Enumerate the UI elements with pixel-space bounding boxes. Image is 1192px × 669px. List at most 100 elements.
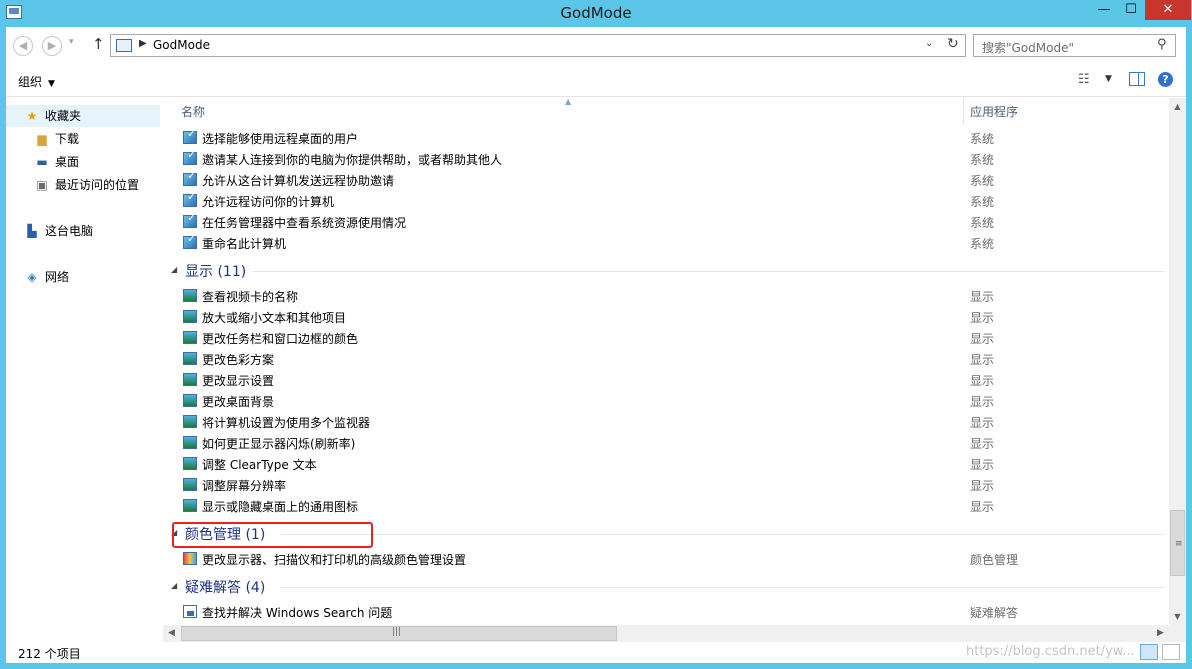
preview-pane-icon[interactable] bbox=[1129, 72, 1145, 86]
display-monitor-icon bbox=[183, 415, 197, 428]
up-button[interactable]: ↑ bbox=[92, 35, 105, 53]
list-item-highlighted[interactable]: 显示或隐藏桌面上的通用图标 显示 bbox=[181, 496, 1166, 516]
system-shield-icon bbox=[183, 169, 197, 186]
godmode-folder-icon bbox=[116, 39, 132, 52]
list-item[interactable]: 更改显示设置 显示 bbox=[181, 370, 1166, 390]
explorer-window: ◀ ▶ ▾ ↑ ▶ GodMode ⌄ ↻ 搜索"GodMode" ⚲ 组织 ▼ … bbox=[6, 27, 1186, 663]
list-item[interactable]: 将计算机设置为使用多个监视器 显示 bbox=[181, 412, 1166, 432]
large-icons-view-icon[interactable] bbox=[1162, 644, 1180, 660]
list-item[interactable]: 如何更正显示器闪烁(刷新率) 显示 bbox=[181, 433, 1166, 453]
maximize-button[interactable]: ☐ bbox=[1118, 0, 1144, 20]
close-button[interactable]: ✕ bbox=[1145, 0, 1191, 20]
back-arrow-icon: ◀ bbox=[18, 39, 28, 52]
group-header-display[interactable]: ◢ 显示 (11) bbox=[163, 260, 1165, 282]
display-monitor-icon bbox=[183, 436, 197, 449]
list-item[interactable]: 允许从这台计算机发送远程协助邀请系统 bbox=[181, 169, 1166, 190]
nav-recent[interactable]: ▣ 最近访问的位置 bbox=[34, 174, 139, 196]
view-options-dropdown[interactable]: ▼ bbox=[1105, 74, 1112, 84]
breadcrumb-godmode[interactable]: GodMode bbox=[153, 38, 210, 52]
network-icon: ◈ bbox=[27, 270, 37, 284]
horizontal-scrollbar[interactable]: ◀ ||| ▶ bbox=[163, 625, 1169, 642]
list-item[interactable]: 邀请某人连接到你的电脑为你提供帮助，或者帮助其他人系统 bbox=[181, 148, 1166, 169]
list-item[interactable]: 重命名此计算机系统 bbox=[181, 232, 1166, 253]
scrollbar-corner bbox=[1169, 625, 1186, 642]
downloads-folder-icon: ▆ bbox=[37, 132, 47, 146]
system-shield-icon bbox=[183, 148, 197, 165]
vertical-scroll-thumb[interactable]: ≡ bbox=[1170, 510, 1185, 576]
address-row: ◀ ▶ ▾ ↑ ▶ GodMode ⌄ ↻ 搜索"GodMode" ⚲ bbox=[6, 27, 1186, 65]
column-name[interactable]: 名称 bbox=[181, 103, 205, 120]
list-item[interactable]: 更改色彩方案 显示 bbox=[181, 349, 1166, 369]
column-header: ▲ 名称 应用程序 bbox=[163, 98, 1169, 124]
desktop-icon: ▬ bbox=[36, 155, 48, 169]
navigation-pane: ★ 收藏夹 ▆ 下载 ▬ 桌面 ▣ 最近访问的位置 ▙ 这台电脑 ◈ 网络 bbox=[6, 98, 162, 642]
system-shield-icon bbox=[183, 232, 197, 249]
display-monitor-icon bbox=[183, 310, 197, 323]
star-icon: ★ bbox=[26, 109, 38, 123]
nav-this-pc[interactable]: ▙ 这台电脑 bbox=[24, 220, 93, 242]
minimize-button[interactable]: — bbox=[1091, 0, 1117, 20]
search-placeholder: 搜索"GodMode" bbox=[982, 41, 1074, 55]
list-item[interactable]: 调整 ClearType 文本 显示 bbox=[181, 454, 1166, 474]
system-shield-icon bbox=[183, 211, 197, 228]
display-monitor-icon bbox=[183, 457, 197, 470]
list-item[interactable]: 更改桌面背景 显示 bbox=[181, 391, 1166, 411]
scroll-left-arrow-icon[interactable]: ◀ bbox=[163, 625, 180, 642]
caret-down-icon: ▼ bbox=[48, 79, 55, 89]
list-item[interactable]: 放大或缩小文本和其他项目 显示 bbox=[181, 307, 1166, 327]
breadcrumb-chevron-icon[interactable]: ▶ bbox=[139, 38, 147, 49]
item-list: ▲ 名称 应用程序 选择能够使用远程桌面的用户系统 邀请某人连接到你的电脑为你提… bbox=[163, 98, 1169, 626]
command-bar: 组织 ▼ ☷ ▼ ? bbox=[6, 65, 1186, 97]
nav-favorites-label: 收藏夹 bbox=[45, 109, 82, 123]
search-input[interactable]: 搜索"GodMode" ⚲ bbox=[973, 34, 1176, 57]
list-item[interactable]: 在任务管理器中查看系统资源使用情况系统 bbox=[181, 211, 1166, 232]
recent-locations-dropdown[interactable]: ▾ bbox=[69, 37, 74, 47]
address-bar[interactable]: ▶ GodMode ⌄ ↻ bbox=[110, 34, 966, 57]
list-item[interactable]: 查找并解决 Windows Search 问题 疑难解答 bbox=[181, 602, 1166, 622]
details-view-icon[interactable] bbox=[1140, 644, 1158, 660]
list-item[interactable]: 允许远程访问你的计算机系统 bbox=[181, 190, 1166, 211]
display-monitor-icon bbox=[183, 373, 197, 386]
nav-favorites[interactable]: ★ 收藏夹 bbox=[6, 105, 160, 127]
group-header-troubleshooting[interactable]: ◢ 疑难解答 (4) bbox=[163, 576, 1165, 598]
list-item[interactable]: 更改显示器、扫描仪和打印机的高级颜色管理设置 颜色管理 bbox=[181, 549, 1166, 569]
search-icon[interactable]: ⚲ bbox=[1157, 37, 1167, 52]
help-icon[interactable]: ? bbox=[1158, 72, 1173, 87]
nav-network-label: 网络 bbox=[45, 270, 70, 284]
vertical-scrollbar[interactable]: ▲ ≡ ▼ bbox=[1169, 98, 1186, 625]
column-application[interactable]: 应用程序 bbox=[970, 103, 1018, 120]
display-monitor-icon bbox=[183, 478, 197, 491]
group-divider bbox=[253, 271, 1165, 272]
address-history-chevron-icon[interactable]: ⌄ bbox=[925, 38, 933, 49]
organize-menu[interactable]: 组织 ▼ bbox=[18, 73, 55, 90]
group-divider bbox=[281, 587, 1165, 588]
system-shield-icon bbox=[183, 127, 197, 144]
scroll-up-arrow-icon[interactable]: ▲ bbox=[1169, 98, 1186, 115]
forward-arrow-icon: ▶ bbox=[47, 39, 57, 52]
list-item[interactable]: 查看视频卡的名称 显示 bbox=[181, 286, 1166, 306]
list-item[interactable]: 更改任务栏和窗口边框的颜色 显示 bbox=[181, 328, 1166, 348]
change-view-icon[interactable]: ☷ bbox=[1078, 72, 1090, 87]
color-management-icon bbox=[183, 552, 197, 565]
scroll-right-arrow-icon[interactable]: ▶ bbox=[1152, 625, 1169, 642]
collapse-caret-icon[interactable]: ◢ bbox=[171, 265, 177, 274]
back-button[interactable]: ◀ bbox=[13, 36, 33, 56]
recent-places-icon: ▣ bbox=[36, 178, 48, 192]
grip-icon: ≡ bbox=[1175, 539, 1183, 549]
nav-desktop[interactable]: ▬ 桌面 bbox=[34, 151, 79, 173]
horizontal-scroll-thumb[interactable]: ||| bbox=[181, 626, 617, 641]
grip-icon: ||| bbox=[392, 627, 402, 637]
nav-downloads[interactable]: ▆ 下载 bbox=[34, 128, 79, 150]
scroll-down-arrow-icon[interactable]: ▼ bbox=[1169, 608, 1186, 625]
collapse-caret-icon[interactable]: ◢ bbox=[171, 581, 177, 590]
display-monitor-icon bbox=[183, 499, 197, 512]
system-shield-icon bbox=[183, 190, 197, 207]
status-bar: 212 个项目 https://blog.csdn.net/yw... bbox=[6, 642, 1186, 663]
forward-button[interactable]: ▶ bbox=[42, 36, 62, 56]
list-item[interactable]: 调整屏幕分辨率 显示 bbox=[181, 475, 1166, 495]
refresh-icon[interactable]: ↻ bbox=[947, 36, 959, 52]
nav-network[interactable]: ◈ 网络 bbox=[24, 266, 69, 288]
list-item[interactable]: 选择能够使用远程桌面的用户系统 bbox=[181, 127, 1166, 148]
column-divider[interactable] bbox=[963, 98, 964, 124]
organize-label: 组织 bbox=[18, 75, 43, 89]
